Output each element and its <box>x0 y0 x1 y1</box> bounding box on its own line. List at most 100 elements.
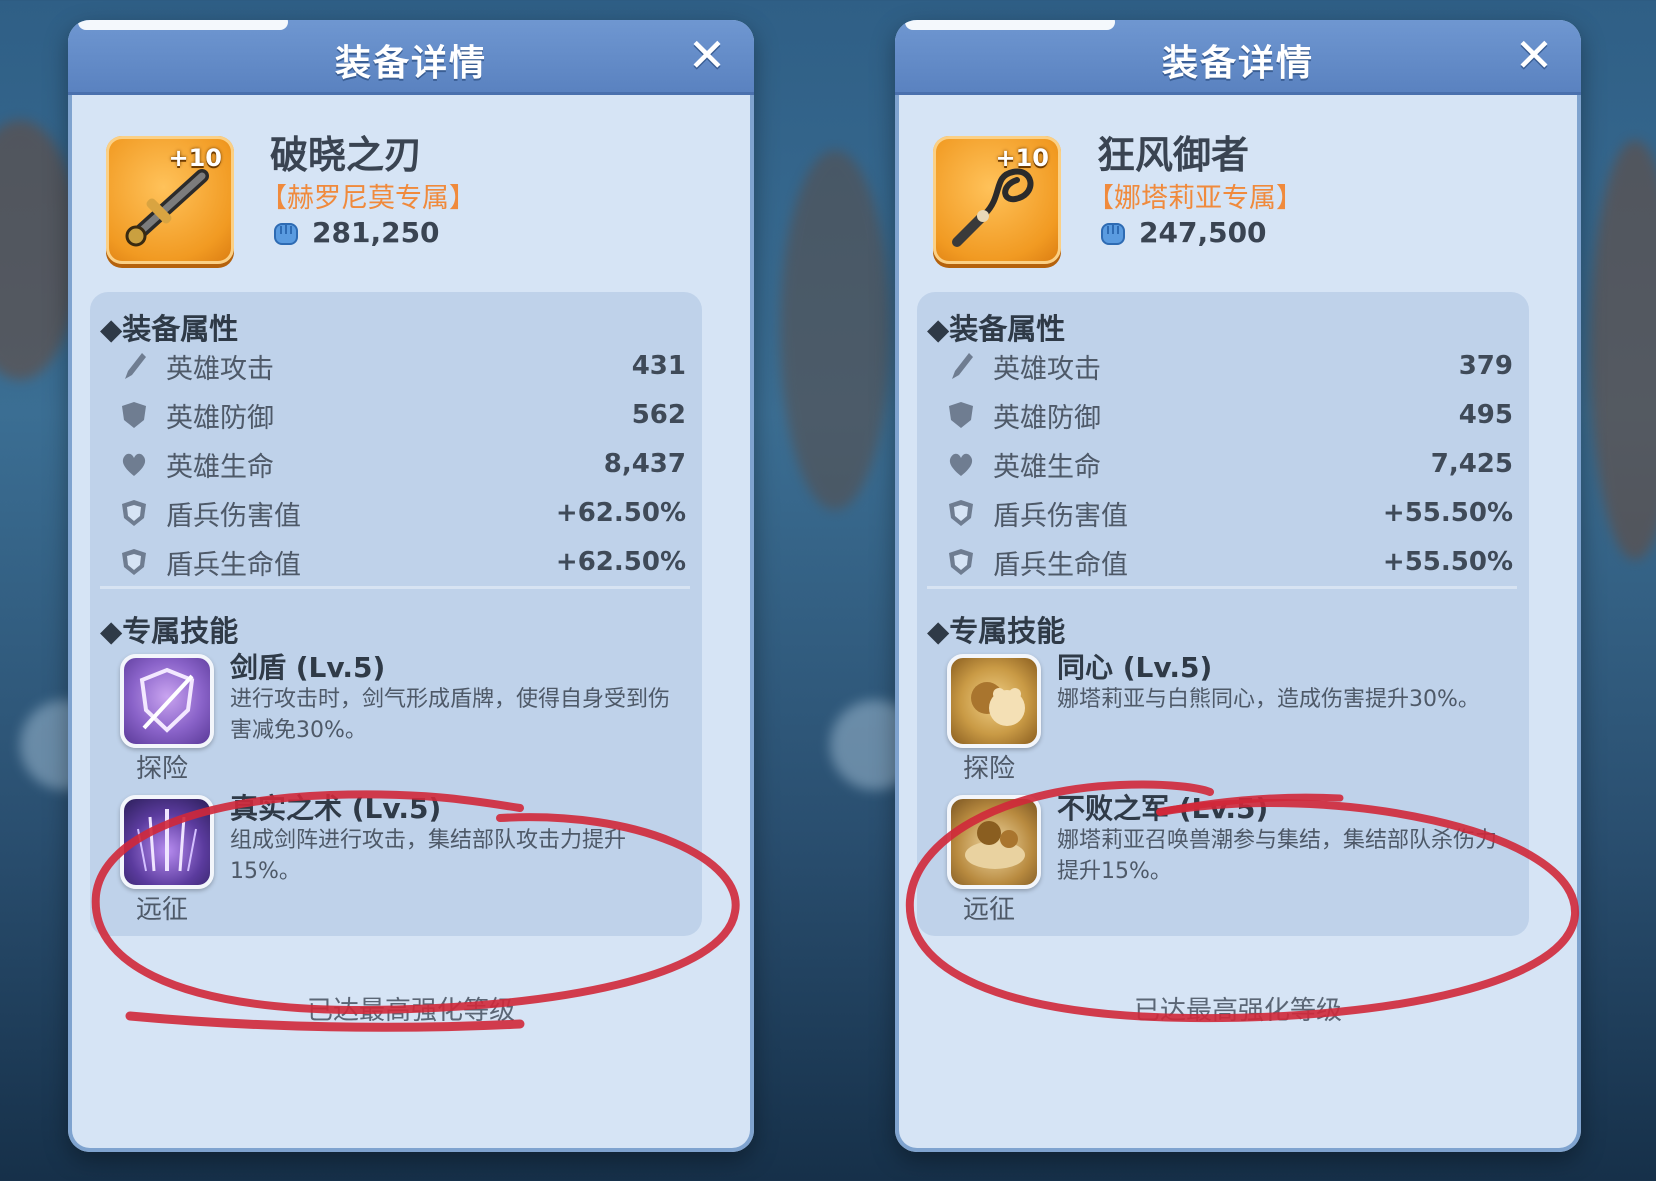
max-level-text: 已达最高强化等级 <box>1133 996 1342 1026</box>
item-power-value: 281,250 <box>312 216 440 249</box>
sword-icon: +10 <box>106 136 234 264</box>
skill-description: 娜塔莉亚与白熊同心，造成伤害提升30%。 <box>1057 687 1480 712</box>
skill-name: 真实之术 (Lv.5) <box>230 792 442 825</box>
skills-title: ◆专属技能 <box>100 614 239 648</box>
attr-row-hero-defense: 英雄防御 495 <box>947 393 1513 437</box>
attr-row-shield-troop-health: 盾兵生命值 +55.50% <box>947 540 1513 584</box>
skill-beast-horde-icon <box>947 795 1041 889</box>
skill-entry[interactable]: 探险 同心 (Lv.5) 娜塔莉亚与白熊同心，造成伤害提升30%。 <box>947 651 1517 784</box>
skill-tag: 探险 <box>963 754 1016 784</box>
attr-row-hero-defense: 英雄防御 562 <box>120 393 686 437</box>
equipment-detail-panel: 装备详情 ✕ +10 破晓之刃 【赫罗尼莫专属】 281,250 ◆装备属性 英… <box>68 20 754 1152</box>
heart-icon <box>122 453 146 476</box>
attributes-box: ◆装备属性 英雄攻击 431 英雄防御 562 英雄生命 8,437 盾兵伤害值… <box>90 292 702 936</box>
attr-label: 盾兵伤害值 <box>166 500 301 532</box>
item-power: 281,250 <box>272 216 440 249</box>
attr-label: 英雄生命 <box>166 451 274 483</box>
skill-description: 进行攻击时，剑气形成盾牌，使得自身受到伤害减免30%。 <box>230 687 671 743</box>
shield-troop-icon <box>949 500 973 526</box>
attributes-title: ◆装备属性 <box>927 312 1066 346</box>
item-power: 247,500 <box>1099 216 1267 249</box>
item-name: 狂风御者 <box>1097 133 1250 177</box>
equipment-detail-panel: 装备详情 ✕ +10 狂风御者 【娜塔莉亚专属】 247,500 ◆装备属性 英… <box>895 20 1581 1152</box>
attributes-box: ◆装备属性 英雄攻击 379 英雄防御 495 英雄生命 7,425 盾兵伤害值… <box>917 292 1529 936</box>
panel-header: 装备详情 ✕ <box>68 20 754 95</box>
attr-label: 英雄防御 <box>166 402 274 434</box>
shield-troop-icon <box>949 549 973 575</box>
skill-name: 同心 (Lv.5) <box>1057 651 1213 684</box>
attr-row-hero-health: 英雄生命 7,425 <box>947 442 1513 486</box>
panel-title: 装备详情 <box>1161 43 1314 84</box>
skill-entry[interactable]: 远征 真实之术 (Lv.5) 组成剑阵进行攻击，集结部队攻击力提升15%。 <box>120 792 690 925</box>
skill-graphic <box>971 682 1025 726</box>
shield-troop-icon <box>122 549 146 575</box>
attr-row-shield-troop-damage: 盾兵伤害值 +55.50% <box>947 491 1513 535</box>
attr-value: 431 <box>631 351 686 381</box>
attr-value: +55.50% <box>1382 547 1513 577</box>
skill-tag: 探险 <box>136 754 189 784</box>
attr-label: 盾兵生命值 <box>993 549 1128 581</box>
skill-entry[interactable]: 探险 剑盾 (Lv.5) 进行攻击时，剑气形成盾牌，使得自身受到伤害减免30%。 <box>120 651 690 784</box>
skill-entry[interactable]: 远征 不败之军 (Lv.5) 娜塔莉亚召唤兽潮参与集结，集结部队杀伤力提升15%… <box>947 792 1517 925</box>
attr-value: +55.50% <box>1382 498 1513 528</box>
skill-graphic <box>139 667 195 733</box>
skill-tag: 远征 <box>136 895 189 925</box>
power-fist-icon <box>1101 222 1125 245</box>
background-decoration <box>780 150 890 510</box>
attr-value: 8,437 <box>603 449 686 479</box>
skill-name: 剑盾 (Lv.5) <box>230 651 386 684</box>
snow-decoration <box>78 20 288 30</box>
heart-icon <box>949 453 973 476</box>
snow-decoration <box>905 20 1115 30</box>
skill-name: 不败之军 (Lv.5) <box>1057 792 1269 825</box>
item-exclusive-hero: 【赫罗尼莫专属】 <box>260 183 476 214</box>
attr-row-hero-health: 英雄生命 8,437 <box>120 442 686 486</box>
power-fist-icon <box>274 222 298 245</box>
panel-header: 装备详情 ✕ <box>895 20 1581 95</box>
max-level-text: 已达最高强化等级 <box>306 996 515 1026</box>
section-divider <box>927 586 1517 589</box>
skill-description: 组成剑阵进行攻击，集结部队攻击力提升15%。 <box>230 828 627 884</box>
shield-troop-icon <box>122 500 146 526</box>
attr-value: 7,425 <box>1430 449 1513 479</box>
attr-row-hero-attack: 英雄攻击 431 <box>120 344 686 388</box>
item-exclusive-hero: 【娜塔莉亚专属】 <box>1087 183 1303 214</box>
close-icon[interactable]: ✕ <box>1511 32 1557 78</box>
background-decoration <box>1590 140 1656 560</box>
shield-defense-icon <box>122 402 146 428</box>
panel-title: 装备详情 <box>334 43 487 84</box>
shield-defense-icon <box>949 402 973 428</box>
attr-row-shield-troop-damage: 盾兵伤害值 +62.50% <box>120 491 686 535</box>
whip-icon: +10 <box>933 136 1061 264</box>
attr-label: 盾兵生命值 <box>166 549 301 581</box>
close-icon[interactable]: ✕ <box>684 32 730 78</box>
skill-sword-array-icon <box>120 795 214 889</box>
skill-bear-icon <box>947 654 1041 748</box>
sword-attack-icon <box>952 353 973 379</box>
enhance-level-badge: +10 <box>168 144 222 172</box>
attr-label: 英雄攻击 <box>993 353 1101 385</box>
attr-value: 562 <box>631 400 686 430</box>
attr-label: 英雄生命 <box>993 451 1101 483</box>
skills-title: ◆专属技能 <box>927 614 1066 648</box>
item-name: 破晓之刃 <box>270 133 423 177</box>
enhance-level-badge: +10 <box>995 144 1049 172</box>
skill-graphic <box>137 809 197 872</box>
skill-sword-shield-icon <box>120 654 214 748</box>
attr-value: +62.50% <box>555 547 686 577</box>
attr-label: 英雄防御 <box>993 402 1101 434</box>
attr-row-shield-troop-health: 盾兵生命值 +62.50% <box>120 540 686 584</box>
attr-value: +62.50% <box>555 498 686 528</box>
skill-graphic <box>965 821 1025 869</box>
skill-tag: 远征 <box>963 895 1016 925</box>
attr-value: 379 <box>1458 351 1513 381</box>
attr-label: 英雄攻击 <box>166 353 274 385</box>
attr-label: 盾兵伤害值 <box>993 500 1128 532</box>
sword-attack-icon <box>125 353 146 379</box>
item-power-value: 247,500 <box>1139 216 1267 249</box>
attr-value: 495 <box>1458 400 1513 430</box>
skill-description: 娜塔莉亚召唤兽潮参与集结，集结部队杀伤力提升15%。 <box>1057 828 1498 884</box>
attr-row-hero-attack: 英雄攻击 379 <box>947 344 1513 388</box>
section-divider <box>100 586 690 589</box>
attributes-title: ◆装备属性 <box>100 312 239 346</box>
